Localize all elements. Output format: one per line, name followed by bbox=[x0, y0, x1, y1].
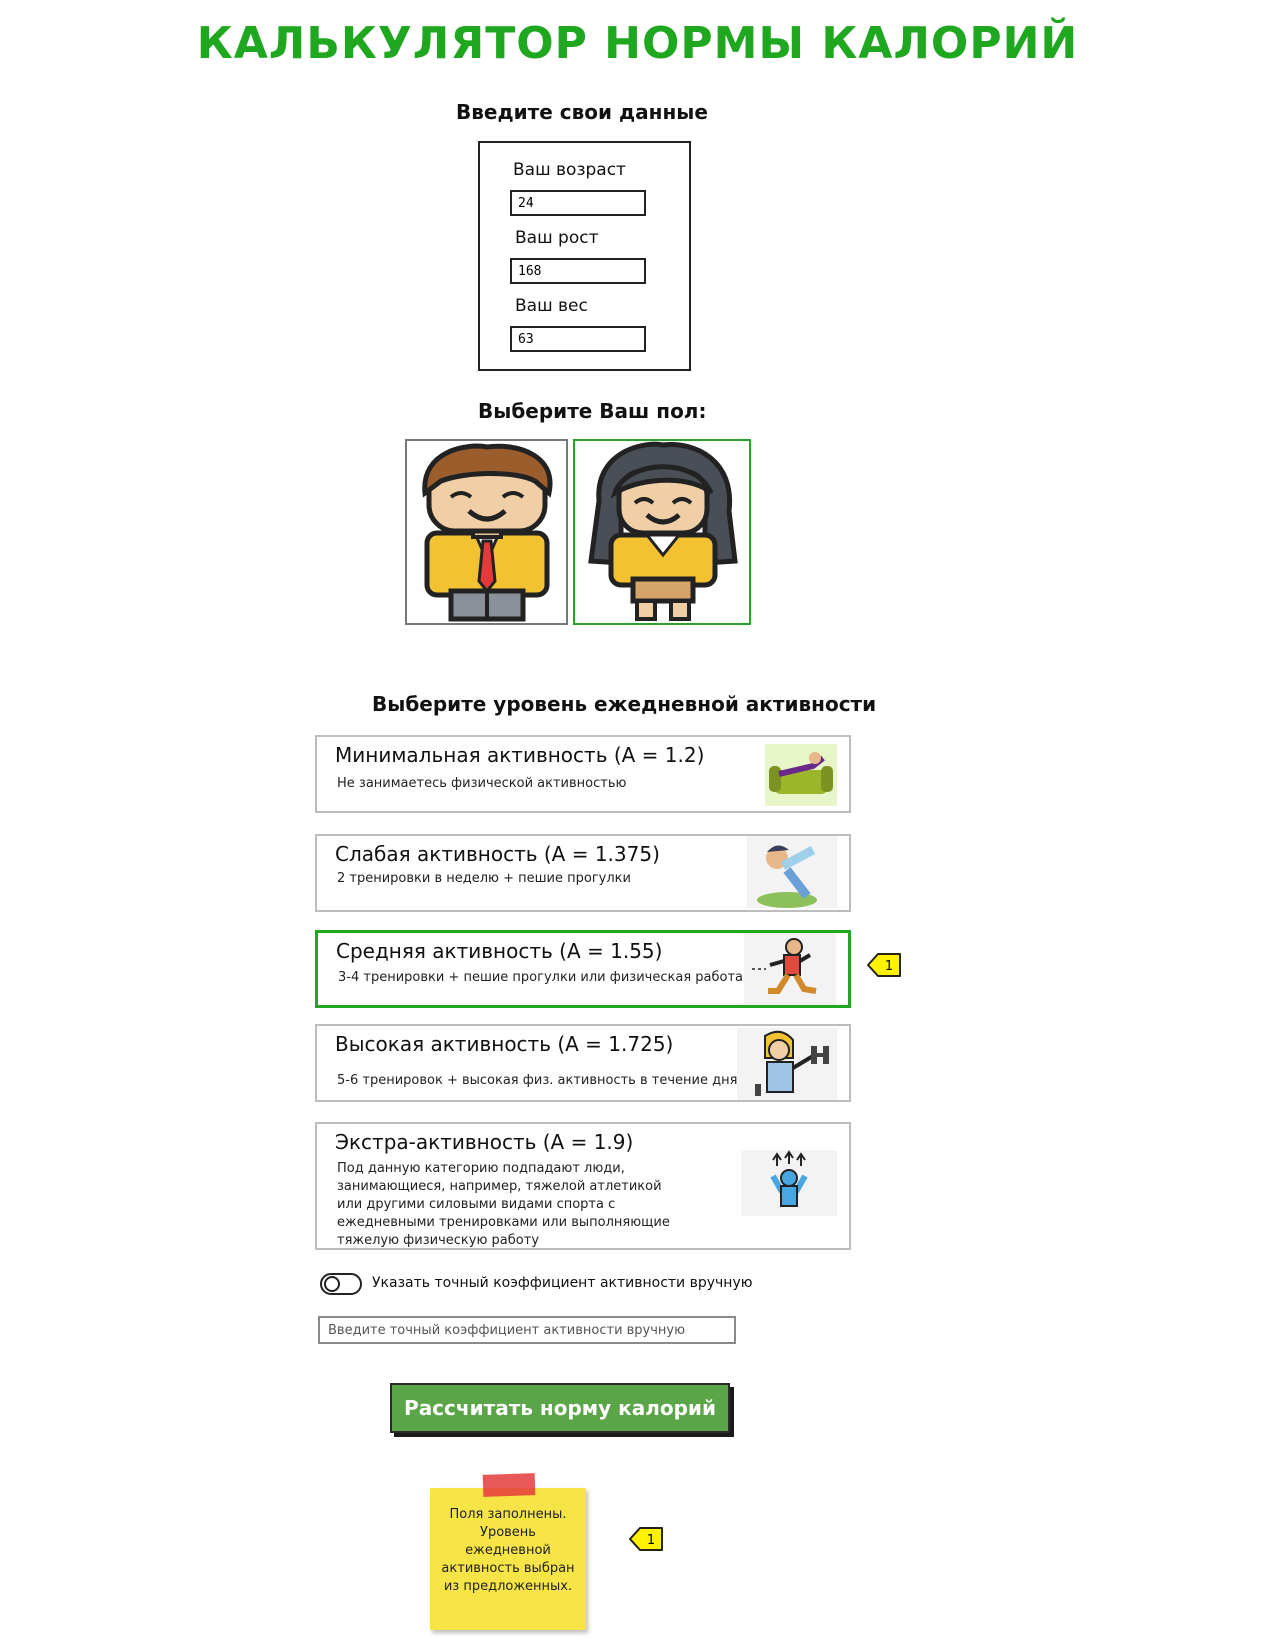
manual-coefficient-toggle-label: Указать точный коэффициент активности вр… bbox=[372, 1275, 753, 1291]
weight-label: Ваш вес bbox=[515, 296, 588, 316]
gender-section-heading: Выберите Ваш пол: bbox=[478, 399, 707, 423]
sticky-note-line: из предложенных. bbox=[443, 1579, 573, 1594]
activity-title: Высокая активность (A = 1.725) bbox=[335, 1032, 674, 1056]
power-person-icon bbox=[741, 1150, 837, 1216]
dumbbell-woman-icon bbox=[737, 1028, 837, 1100]
age-input[interactable] bbox=[510, 190, 646, 216]
activity-desc: Под данную категорию подпадают люди, зан… bbox=[337, 1160, 670, 1250]
weight-input[interactable] bbox=[510, 326, 646, 352]
callout-number: 1 bbox=[885, 959, 893, 974]
activity-title: Средняя активность (A = 1.55) bbox=[336, 939, 663, 963]
activity-desc-line: или другими силовыми видами спорта с bbox=[337, 1197, 616, 1212]
activity-desc: 5-6 тренировок + высокая физ. активность… bbox=[337, 1073, 738, 1088]
sticky-note-text: Поля заполнены. Уровень ежедневной актив… bbox=[432, 1506, 584, 1596]
sticky-note-line: Поля заполнены. bbox=[449, 1507, 567, 1522]
toggle-knob bbox=[324, 1276, 340, 1292]
activity-title: Слабая активность (A = 1.375) bbox=[335, 842, 660, 866]
sticky-tape bbox=[482, 1473, 536, 1497]
running-man-icon bbox=[744, 933, 836, 1005]
activity-card-medium[interactable]: Средняя активность (A = 1.55) 3-4 тренир… bbox=[315, 930, 851, 1008]
manual-coefficient-input[interactable] bbox=[318, 1316, 736, 1344]
activity-desc: Не занимаетесь физической активностью bbox=[337, 776, 627, 791]
activity-desc-line: ежедневными тренировками или выполняющие bbox=[337, 1215, 670, 1230]
activity-title: Минимальная активность (A = 1.2) bbox=[335, 743, 705, 767]
activity-card-high[interactable]: Высокая активность (A = 1.725) 5-6 трени… bbox=[315, 1024, 851, 1102]
activity-desc-line: Под данную категорию подпадают люди, bbox=[337, 1161, 625, 1176]
callout-marker-icon: 1 bbox=[629, 1527, 663, 1551]
height-input[interactable] bbox=[510, 258, 646, 284]
activity-card-extra[interactable]: Экстра-активность (A = 1.9) Под данную к… bbox=[315, 1122, 851, 1250]
age-label: Ваш возраст bbox=[513, 160, 626, 180]
data-section-heading: Введите свои данные bbox=[456, 100, 708, 124]
activity-card-minimal[interactable]: Минимальная активность (A = 1.2) Не зани… bbox=[315, 735, 851, 813]
callout-number: 1 bbox=[647, 1533, 655, 1548]
activity-desc: 3-4 тренировки + пешие прогулки или физи… bbox=[338, 970, 743, 985]
activity-card-light[interactable]: Слабая активность (A = 1.375) 2 трениров… bbox=[315, 834, 851, 912]
sofa-relax-icon bbox=[765, 744, 837, 806]
activity-desc-line: тяжелую физическую работу bbox=[337, 1233, 540, 1248]
callout-marker-icon: 1 bbox=[867, 953, 901, 977]
activity-desc-line: занимающиеся, например, тяжелой атлетико… bbox=[337, 1179, 662, 1194]
calculate-calories-button[interactable]: Рассчитать норму калорий bbox=[390, 1383, 730, 1433]
sticky-note-line: ежедневной bbox=[465, 1543, 551, 1558]
gender-option-male[interactable] bbox=[405, 439, 568, 625]
stretching-icon bbox=[747, 836, 837, 908]
sticky-note-line: Уровень bbox=[480, 1525, 536, 1540]
manual-coefficient-toggle[interactable] bbox=[320, 1273, 362, 1295]
activity-title: Экстра-активность (A = 1.9) bbox=[335, 1130, 634, 1154]
sticky-note-line: активность выбран bbox=[441, 1561, 575, 1576]
activity-desc: 2 тренировки в неделю + пешие прогулки bbox=[337, 871, 631, 886]
woman-avatar-icon bbox=[588, 441, 738, 621]
activity-section-heading: Выберите уровень ежедневной активности bbox=[372, 692, 877, 716]
gender-option-female[interactable] bbox=[573, 439, 751, 625]
page-title: КАЛЬКУЛЯТОР НОРМЫ КАЛОРИЙ bbox=[196, 18, 1079, 69]
height-label: Ваш рост bbox=[515, 228, 599, 248]
man-avatar-icon bbox=[422, 443, 553, 622]
